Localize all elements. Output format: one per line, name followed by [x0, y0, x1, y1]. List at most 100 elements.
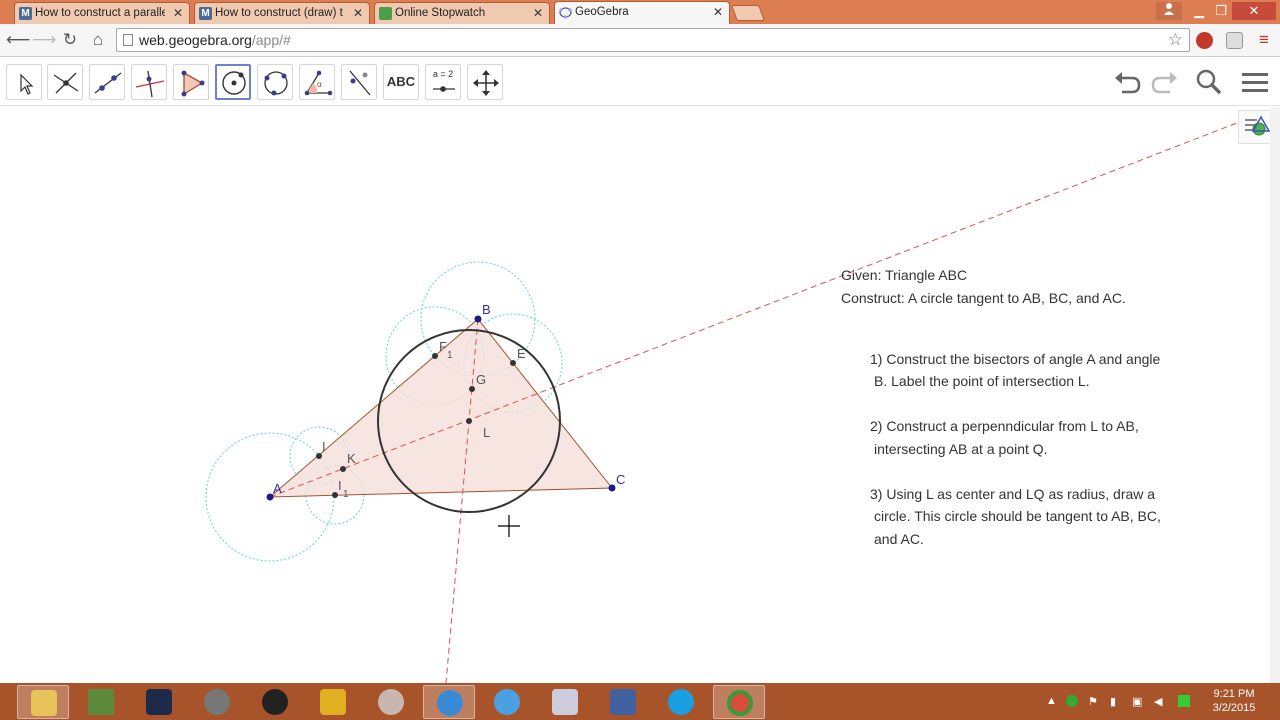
visual-studio-button[interactable] [133, 685, 185, 719]
m-favicon-icon: M [19, 7, 32, 20]
polygon-icon [181, 70, 205, 97]
forward-button[interactable]: ⟶ [32, 30, 56, 50]
move-graphics-view-tool[interactable] [467, 64, 503, 100]
step3-line2: circle. This circle should be tangent to… [874, 508, 1161, 524]
point-tool[interactable] [47, 64, 83, 100]
hamburger-menu-icon [1242, 73, 1268, 92]
step2-line1: 2) Construct a perpenndicular from L to … [870, 418, 1139, 434]
move-view-icon [473, 70, 499, 96]
back-button[interactable]: ⟵ [6, 30, 30, 50]
media-icon [320, 689, 346, 715]
tray-network-icon[interactable]: ▣ [1132, 695, 1144, 708]
address-bar[interactable]: web.geogebra.org/app/# ☆ [116, 28, 1190, 52]
minecraft-button[interactable] [75, 685, 127, 719]
new-tab-button[interactable] [731, 5, 765, 21]
angle-tool[interactable]: α [299, 64, 335, 100]
circle-center-icon [222, 71, 246, 95]
reload-button[interactable]: ↻ [60, 30, 80, 50]
restore-button[interactable]: ❐ [1208, 2, 1234, 20]
visual-studio-icon [146, 689, 172, 715]
itunes-button[interactable] [481, 685, 533, 719]
undo-button[interactable] [1112, 68, 1142, 96]
polygon-tool[interactable] [173, 64, 209, 100]
redo-button[interactable] [1150, 68, 1180, 96]
bisector-angle-a[interactable] [269, 120, 1243, 498]
media-button[interactable] [307, 685, 359, 719]
paint-icon [378, 689, 404, 715]
tray-flag-icon[interactable]: ⚑ [1088, 695, 1100, 708]
clock-time: 9:21 PM [1213, 688, 1255, 700]
bookmark-star-icon[interactable]: ☆ [1168, 30, 1183, 50]
home-button[interactable]: ⌂ [88, 30, 108, 50]
tab-construct-draw[interactable]: M How to construct (draw) t ✕ [194, 2, 370, 24]
point-b[interactable] [474, 315, 482, 323]
extension-translate-icon[interactable] [1226, 32, 1243, 49]
tab-geogebra[interactable]: GeoGebra ✕ [554, 1, 730, 25]
app-icon [204, 689, 230, 715]
clock[interactable]: 9:21 PM 3/2/2015 [1206, 687, 1262, 715]
tray-green-icon[interactable] [1066, 695, 1078, 707]
label-l: L [483, 425, 490, 440]
close-tab-icon[interactable]: ✕ [173, 6, 183, 20]
extension-red-icon[interactable] [1196, 32, 1213, 49]
paint-button[interactable] [365, 685, 417, 719]
reflect-tool[interactable] [341, 64, 377, 100]
clock-icon [379, 7, 392, 20]
tray-app-icon[interactable] [1178, 695, 1190, 707]
step2-line2: intersecting AB at a point Q. [874, 441, 1048, 457]
close-tab-icon[interactable]: ✕ [353, 6, 363, 20]
label-f1: F [439, 339, 447, 354]
tab-online-stopwatch[interactable]: Online Stopwatch ✕ [374, 2, 550, 24]
skype-button[interactable] [655, 685, 707, 719]
search-button[interactable] [1194, 68, 1224, 96]
move-tool[interactable] [6, 64, 42, 100]
file-explorer-button[interactable] [17, 685, 69, 719]
close-tab-icon[interactable]: ✕ [713, 5, 723, 19]
chrome-button[interactable] [713, 685, 765, 719]
tab-construct-parallel[interactable]: M How to construct a parallel ✕ [14, 2, 190, 24]
circle-three-points-tool[interactable] [257, 64, 293, 100]
point-c[interactable] [608, 484, 616, 492]
graphics-view[interactable]: A B C E F 1 G L I K I 1 [0, 107, 1270, 683]
svg-text:α: α [317, 80, 322, 89]
text-tool[interactable]: ABC [383, 64, 419, 100]
inkscape-button[interactable] [249, 685, 301, 719]
skype-icon [668, 689, 694, 715]
slider-tool[interactable]: a = 2 [425, 64, 461, 100]
close-tab-icon[interactable]: ✕ [533, 6, 543, 20]
url-path: /app/# [251, 32, 291, 48]
point-k[interactable] [340, 466, 346, 472]
network-button[interactable] [597, 685, 649, 719]
show-hidden-icons[interactable]: ▲ [1046, 695, 1058, 707]
monitor-button[interactable] [539, 685, 591, 719]
line-tool[interactable] [89, 64, 125, 100]
text-icon: ABC [386, 74, 416, 89]
main-menu-button[interactable] [1240, 68, 1270, 96]
label-g: G [476, 372, 486, 387]
geogebra-taskbar-button[interactable] [423, 685, 475, 719]
point-l[interactable] [466, 418, 472, 424]
label-e: E [517, 346, 526, 361]
label-i1: I [338, 478, 342, 493]
chrome-menu-icon[interactable]: ≡ [1254, 30, 1274, 50]
close-window-button[interactable]: ✕ [1232, 2, 1276, 20]
point-g[interactable] [469, 386, 475, 392]
circle-center-point-tool[interactable] [215, 64, 251, 100]
undo-icon [1115, 72, 1141, 94]
point-e[interactable] [510, 360, 516, 366]
step1-line1: 1) Construct the bisectors of angle A an… [870, 351, 1161, 367]
step1-line2: B. Label the point of intersection L. [874, 373, 1090, 389]
perpendicular-line-tool[interactable] [131, 64, 167, 100]
point-f1[interactable] [432, 353, 438, 359]
line-through-points-icon [94, 72, 122, 94]
vertical-scrollbar[interactable] [1270, 107, 1280, 683]
tab-title: Online Stopwatch [395, 7, 486, 19]
app-button[interactable] [191, 685, 243, 719]
network-icon [610, 689, 636, 715]
user-icon[interactable] [1156, 2, 1182, 20]
tray-battery-icon[interactable]: ▮ [1110, 695, 1122, 708]
tray-volume-icon[interactable]: ◀ [1154, 695, 1166, 708]
chrome-icon [727, 690, 753, 716]
label-c: C [616, 472, 625, 487]
geogebra-icon [437, 690, 463, 716]
